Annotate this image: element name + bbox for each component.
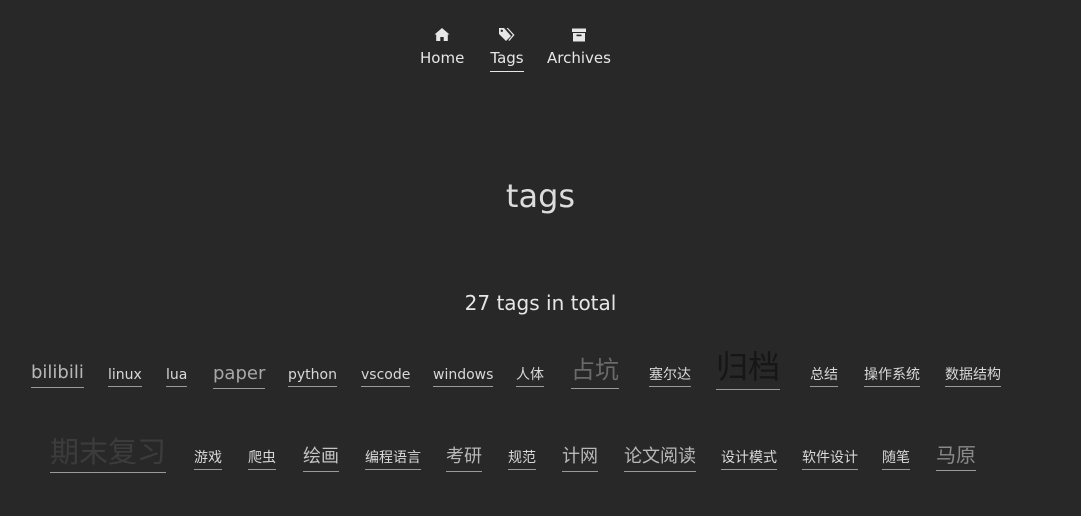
tag-link[interactable]: 塞尔达 (649, 367, 691, 388)
tag-link[interactable]: 考研 (446, 446, 482, 472)
tag-link[interactable]: 总结 (810, 367, 838, 388)
tag-link[interactable]: 马原 (936, 444, 976, 471)
tags-page: Home Tags Archives tags 27 tags in total… (0, 0, 1081, 516)
tag-link[interactable]: python (288, 367, 337, 388)
tag-link[interactable]: 占坑 (571, 356, 619, 389)
tag-link[interactable]: 人体 (516, 367, 544, 388)
tag-link[interactable]: 归档 (716, 349, 781, 390)
tag-link[interactable]: 期末复习 (50, 435, 167, 474)
tag-link[interactable]: 计网 (562, 446, 598, 472)
tag-link[interactable]: 编程语言 (365, 450, 421, 471)
tag-link[interactable]: linux (108, 367, 142, 388)
tag-link[interactable]: paper (213, 363, 266, 389)
tag-link[interactable]: 数据结构 (945, 367, 1001, 388)
tag-link[interactable]: 绘画 (303, 446, 339, 472)
tag-link[interactable]: 设计模式 (721, 450, 777, 471)
tag-cloud: bilibili linux lua paper python vscode w… (0, 0, 1081, 516)
tag-link[interactable]: bilibili (31, 362, 84, 388)
tag-link[interactable]: 软件设计 (802, 450, 858, 471)
tag-link[interactable]: vscode (361, 367, 411, 388)
tag-link[interactable]: 爬虫 (248, 450, 276, 471)
tag-link[interactable]: 操作系统 (864, 367, 920, 388)
tag-link[interactable]: 规范 (508, 450, 536, 471)
tag-link[interactable]: lua (166, 367, 188, 388)
tag-link[interactable]: 论文阅读 (624, 446, 696, 472)
tag-link[interactable]: windows (433, 367, 494, 388)
tag-link[interactable]: 随笔 (882, 450, 910, 471)
tag-link[interactable]: 游戏 (194, 450, 222, 471)
